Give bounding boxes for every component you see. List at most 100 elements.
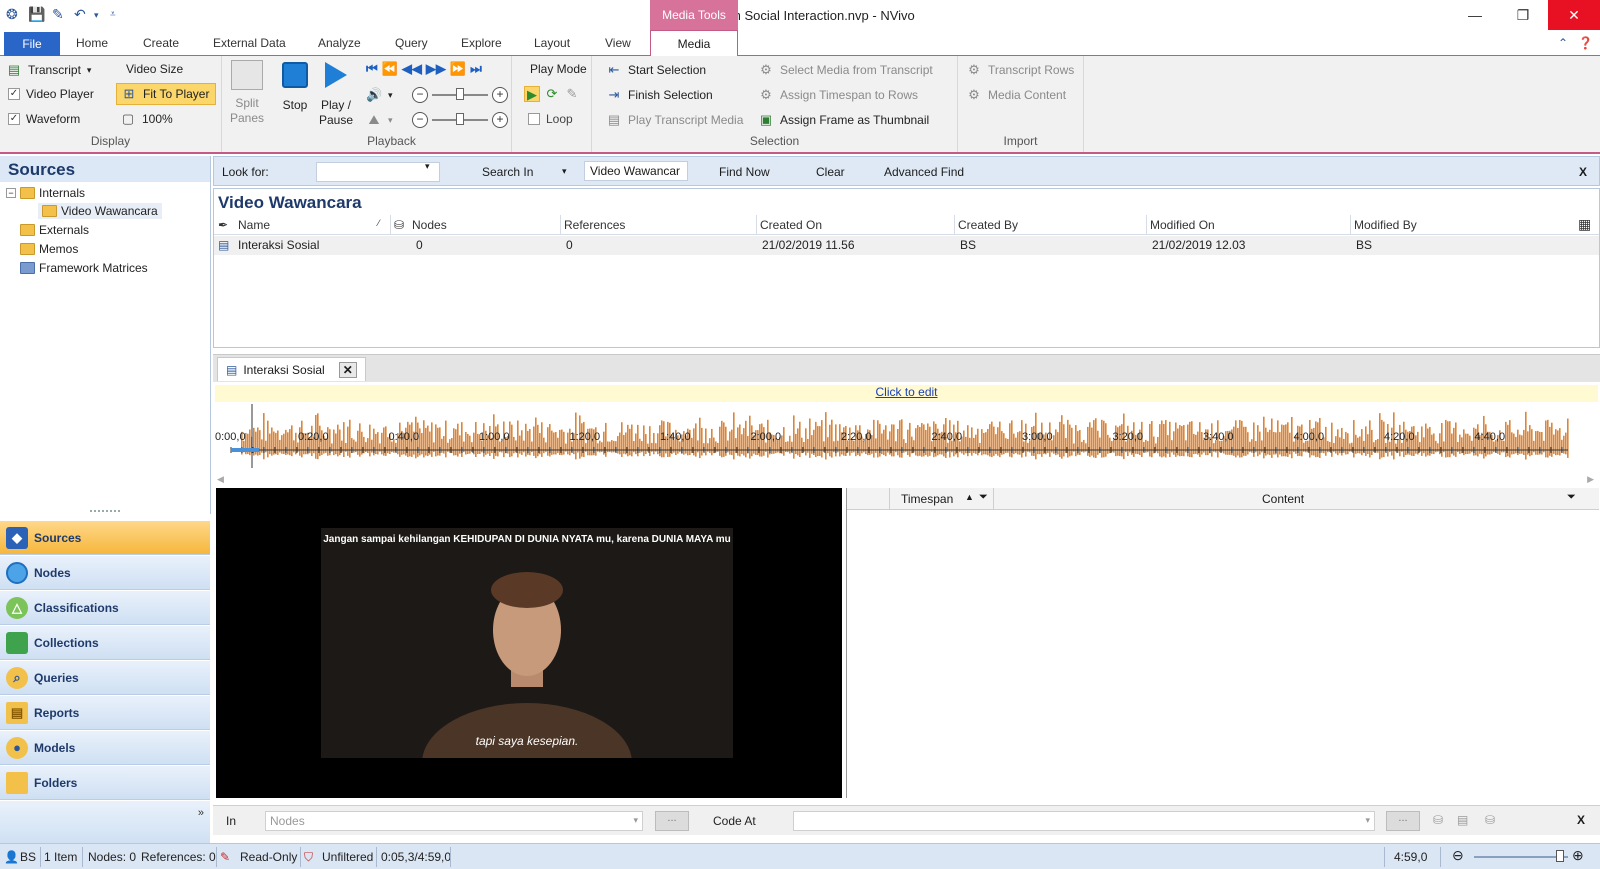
column-header-timespan[interactable]: Timespan <box>901 492 953 506</box>
slider-thumb[interactable] <box>456 88 464 100</box>
nodes-select[interactable]: Nodes ▾ <box>265 811 643 831</box>
zoom-slider[interactable] <box>1474 856 1568 858</box>
customize-toolbar-icon[interactable]: ⩡ <box>110 9 116 20</box>
tab-explore[interactable]: Explore <box>461 36 502 50</box>
column-header-created-on[interactable]: Created On <box>760 218 822 232</box>
loop-checkbox[interactable]: Loop <box>528 112 573 126</box>
double-chevron-down-icon[interactable]: » <box>198 807 204 819</box>
search-in-button[interactable]: Search In <box>482 165 533 179</box>
plus-icon[interactable]: + <box>492 112 508 128</box>
stop-button[interactable]: Stop <box>278 62 312 113</box>
nav-sources-button[interactable]: ◆ Sources <box>0 521 210 555</box>
filter-icon[interactable]: ⏷ <box>979 491 988 504</box>
import-media-content-button[interactable]: ⚙ Media Content <box>966 87 1066 103</box>
tree-item-video-wawancara[interactable]: Video Wawancara <box>38 203 162 219</box>
tree-item-externals[interactable]: Externals <box>20 223 89 237</box>
play-normal-icon[interactable]: ▶ <box>524 86 540 102</box>
assign-timespan-button[interactable]: ⚙ Assign Timespan to Rows <box>758 87 918 103</box>
tree-item-framework-matrices[interactable]: Framework Matrices <box>20 261 148 275</box>
code-at-select[interactable]: ▾ <box>793 811 1375 831</box>
code-at-browse-button[interactable]: ... <box>1386 811 1420 831</box>
edit-pen-icon[interactable]: ✎ <box>52 6 64 23</box>
previous-icon[interactable]: ⏪ <box>382 61 398 77</box>
column-header-name[interactable]: Name <box>238 218 270 232</box>
tab-query[interactable]: Query <box>395 36 428 50</box>
tab-create[interactable]: Create <box>143 36 179 50</box>
search-in-value[interactable]: Video Wawancar <box>584 161 688 181</box>
click-to-edit-link[interactable]: Click to edit <box>875 385 937 399</box>
plus-icon[interactable]: + <box>492 87 508 103</box>
minimize-button[interactable]: — <box>1452 0 1498 30</box>
waveform-graph[interactable]: 0:00,0 0:20,0 0:40,0 1:00,0 1:20,0 1:40,0 2:00… <box>215 402 1598 474</box>
undo-dropdown-icon[interactable]: ▾ <box>94 10 99 21</box>
rewind-icon[interactable]: ◀◀ <box>402 61 422 77</box>
zoom-in-icon[interactable]: ⊕ <box>1572 847 1584 864</box>
tab-media[interactable]: Media <box>650 30 738 57</box>
close-button[interactable]: ✕ <box>1548 0 1600 30</box>
playback-marker[interactable] <box>231 448 259 452</box>
clear-button[interactable]: Clear <box>816 165 845 179</box>
tab-file[interactable]: File <box>4 32 60 56</box>
save-icon[interactable]: 💾 <box>28 6 45 23</box>
code-icon[interactable]: ⛁ <box>1433 813 1443 827</box>
filter-icon[interactable]: ⏷ <box>1567 491 1576 504</box>
column-header-modified-on[interactable]: Modified On <box>1150 218 1215 232</box>
uncode-icon[interactable]: ▤ <box>1457 813 1468 827</box>
nav-queries-button[interactable]: ⌕ Queries <box>0 661 210 695</box>
fit-to-player-button[interactable]: ⊞ Fit To Player <box>116 83 217 105</box>
restore-button[interactable]: ❐ <box>1500 0 1546 30</box>
start-selection-button[interactable]: ⇤ Start Selection <box>606 62 707 78</box>
waveform-checkbox[interactable]: ✓ Waveform <box>8 112 80 126</box>
column-header-modified-by[interactable]: Modified By <box>1354 218 1417 232</box>
minus-icon[interactable]: − <box>412 87 428 103</box>
skip-to-end-icon[interactable]: ⏭ <box>470 61 482 77</box>
play-synchronize-icon[interactable]: ⟳ <box>544 86 560 102</box>
close-tab-icon[interactable]: ✕ <box>338 361 357 378</box>
pane-splitter-grip[interactable] <box>90 510 120 512</box>
column-header-references[interactable]: References <box>564 218 625 232</box>
play-pause-button[interactable]: Play / Pause <box>316 62 356 128</box>
zoom-slider-thumb[interactable] <box>1556 850 1564 862</box>
find-bar-close-button[interactable]: X <box>1579 165 1587 179</box>
minus-icon[interactable]: − <box>412 112 428 128</box>
scroll-right-icon[interactable]: ▶ <box>1587 474 1594 485</box>
import-transcript-rows-button[interactable]: ⚙ Transcript Rows <box>966 62 1074 78</box>
chevron-down-icon[interactable]: ▾ <box>425 161 430 172</box>
sort-ascending-icon[interactable]: ▲ <box>965 492 974 502</box>
waveform-panel[interactable]: 0:00,0 0:20,0 0:40,0 1:00,0 1:20,0 1:40,0 2:00… <box>215 402 1598 474</box>
tab-view[interactable]: View <box>605 36 631 50</box>
split-panes-button[interactable]: Split Panes <box>226 60 268 126</box>
finish-selection-button[interactable]: ⇥ Finish Selection <box>606 87 713 103</box>
nav-nodes-button[interactable]: Nodes <box>0 556 210 590</box>
nav-folders-button[interactable]: Folders <box>0 766 210 800</box>
tree-item-memos[interactable]: Memos <box>20 242 78 256</box>
skip-to-start-icon[interactable]: ⏮ <box>366 61 378 77</box>
slider-thumb[interactable] <box>456 113 464 125</box>
tab-interaksi-sosial[interactable]: ▤ Interaksi Sosial ✕ <box>217 357 366 381</box>
tab-external-data[interactable]: External Data <box>213 36 286 50</box>
nodes-browse-button[interactable]: ... <box>655 811 689 831</box>
tab-home[interactable]: Home <box>76 36 108 50</box>
timeline-scrollbar[interactable]: ◀ ▶ <box>215 474 1598 486</box>
fast-forward-icon[interactable]: ▶▶ <box>426 61 446 77</box>
help-icon[interactable]: ❓ <box>1578 36 1593 50</box>
next-icon[interactable]: ⏩ <box>450 61 466 77</box>
coding-bar-close-button[interactable]: X <box>1577 813 1585 827</box>
select-media-from-transcript-button[interactable]: ⚙ Select Media from Transcript <box>758 62 933 78</box>
nav-models-button[interactable]: ● Models <box>0 731 210 765</box>
new-node-icon[interactable]: ⛁ <box>1485 813 1495 827</box>
advanced-find-button[interactable]: Advanced Find <box>884 165 964 179</box>
speed-slider[interactable]: − + <box>412 111 508 129</box>
transcript-toggle[interactable]: ▤ Transcript ▾ <box>6 62 92 78</box>
assign-frame-button[interactable]: ▣ Assign Frame as Thumbnail <box>758 112 929 128</box>
find-now-button[interactable]: Find Now <box>719 165 770 179</box>
collapse-icon[interactable]: − <box>6 188 16 198</box>
nav-reports-button[interactable]: ▤ Reports <box>0 696 210 730</box>
scroll-left-icon[interactable]: ◀ <box>217 474 224 485</box>
nvivo-logo-icon[interactable]: ❂ <box>6 6 18 23</box>
tab-layout[interactable]: Layout <box>534 36 570 50</box>
zoom-100-button[interactable]: ▢ 100% <box>120 111 173 127</box>
column-header-content[interactable]: Content <box>1262 492 1304 506</box>
volume-slider[interactable]: − + <box>412 86 508 104</box>
tree-item-internals[interactable]: − Internals <box>6 186 85 200</box>
